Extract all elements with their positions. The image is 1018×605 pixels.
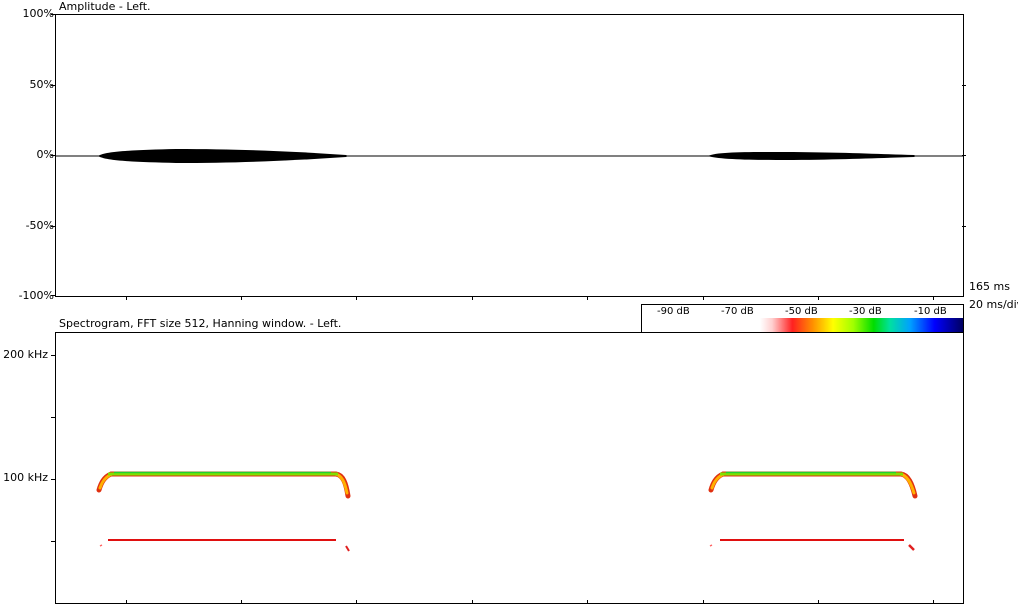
color-gradient-bar (760, 318, 963, 332)
color-scale: -90 dB -70 dB -50 dB -30 dB -10 dB (641, 304, 964, 333)
scale-label-50: -50 dB (785, 306, 818, 317)
amplitude-title: Amplitude - Left. (59, 0, 151, 13)
scale-label-30: -30 dB (849, 306, 882, 317)
duration-label: 165 ms (969, 280, 1010, 293)
spec-ylabel-200k: 200 kHz (3, 348, 48, 361)
amp-ylabel-0: 0% (36, 148, 54, 161)
spectrogram-title: Spectrogram, FFT size 512, Hanning windo… (59, 317, 342, 330)
amp-ylabel-100: 100% (22, 7, 54, 20)
waveform-burst-2 (708, 152, 916, 160)
amp-ylabel-neg50: -50% (25, 219, 54, 232)
time-scale-label: 20 ms/div (969, 298, 1018, 311)
scale-label-90: -90 dB (657, 306, 690, 317)
scale-label-10: -10 dB (914, 306, 947, 317)
amplitude-plot[interactable] (55, 14, 964, 297)
spectrogram-plot[interactable] (55, 332, 964, 604)
amp-ylabel-neg100: -100% (18, 289, 54, 302)
call-2-band (708, 471, 918, 499)
waveform-burst-1 (98, 149, 348, 163)
spec-ylabel-100k: 100 kHz (3, 471, 48, 484)
amp-ylabel-50: 50% (29, 78, 54, 91)
waveform (56, 149, 963, 163)
spectrogram-image (96, 471, 918, 552)
call-1-band (96, 471, 351, 499)
scale-label-70: -70 dB (721, 306, 754, 317)
